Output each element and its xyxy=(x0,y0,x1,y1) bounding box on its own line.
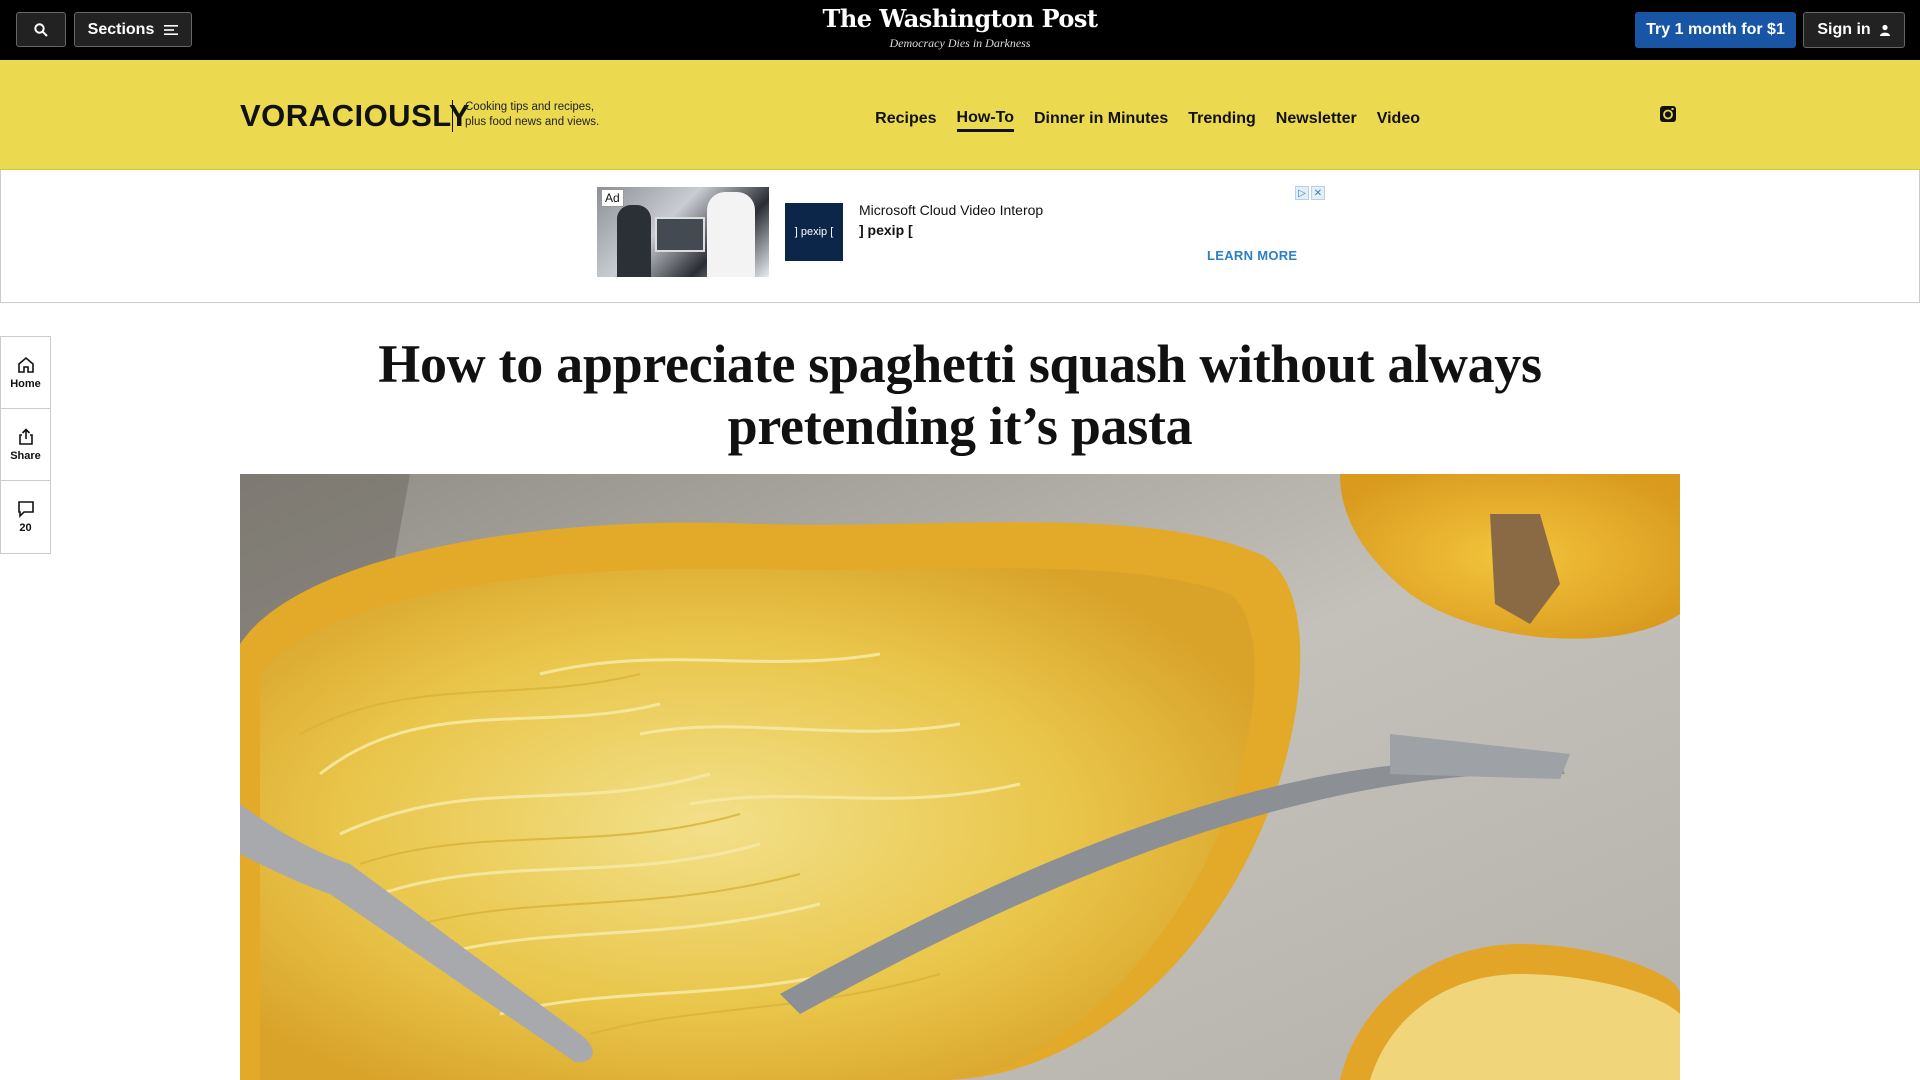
nav-recipes[interactable]: Recipes xyxy=(875,110,936,130)
sign-in-button[interactable]: Sign in xyxy=(1803,12,1905,48)
nav-how-to[interactable]: How-To xyxy=(956,109,1014,132)
publication-name: The Washington Post xyxy=(822,4,1098,33)
instagram-icon[interactable] xyxy=(1659,105,1677,123)
search-icon xyxy=(34,22,48,37)
ad-person-left xyxy=(617,205,651,277)
publication-tagline: Democracy Dies in Darkness xyxy=(889,36,1031,50)
sign-in-label: Sign in xyxy=(1817,21,1871,38)
ad-learn-more-link[interactable]: LEARN MORE xyxy=(1207,248,1297,263)
nav-trending[interactable]: Trending xyxy=(1188,110,1256,130)
ad-brand[interactable]: ] pexip [ xyxy=(859,222,913,238)
rail-share-label: Share xyxy=(10,449,41,462)
search-button[interactable] xyxy=(16,12,66,47)
voraciously-tagline: Cooking tips and recipes, plus food news… xyxy=(465,101,600,128)
voraciously-header: VORACIOUSLY Cooking tips and recipes, pl… xyxy=(0,60,1920,170)
rail-comments-count: 20 xyxy=(19,522,32,534)
spaghetti-squash-image xyxy=(240,474,1680,1080)
top-bar: Sections The Washington Post Democracy D… xyxy=(0,0,1920,60)
menu-icon xyxy=(164,24,179,35)
comment-icon xyxy=(17,501,34,518)
voraciously-logo[interactable]: VORACIOUSLY xyxy=(240,98,470,134)
rail-share[interactable]: Share xyxy=(1,409,50,481)
subscribe-button[interactable]: Try 1 month for $1 xyxy=(1635,12,1796,48)
share-icon xyxy=(18,427,33,445)
nav-newsletter[interactable]: Newsletter xyxy=(1276,110,1357,130)
ad-person-right xyxy=(707,192,755,277)
nav-video[interactable]: Video xyxy=(1377,110,1420,130)
ad-title[interactable]: Microsoft Cloud Video Interop xyxy=(859,202,1043,218)
article-headline: How to appreciate spaghetti squash witho… xyxy=(378,334,1542,456)
rail-home[interactable]: Home xyxy=(1,337,50,409)
ad-video-screen xyxy=(655,217,705,252)
sections-button[interactable]: Sections xyxy=(74,12,192,47)
ad-choices[interactable]: ▷ ✕ xyxy=(1295,186,1325,200)
ad-close-icon[interactable]: ✕ xyxy=(1311,186,1325,200)
ad-info-icon[interactable]: ▷ xyxy=(1295,186,1309,200)
rail-comments[interactable]: 20 xyxy=(1,481,50,553)
rail-home-label: Home xyxy=(10,377,41,390)
share-rail: Home Share 20 xyxy=(0,336,51,554)
voraciously-nav: Recipes How-To Dinner in Minutes Trendin… xyxy=(875,105,1420,135)
hero-image xyxy=(240,474,1680,1080)
nav-dinner-in-minutes[interactable]: Dinner in Minutes xyxy=(1034,110,1168,130)
header-divider xyxy=(452,100,453,132)
ad-brand-logo[interactable]: ] pexip [ xyxy=(785,203,843,261)
washington-post-logo[interactable]: The Washington Post Democracy Dies in Da… xyxy=(760,4,1160,51)
user-icon xyxy=(1879,24,1890,36)
ad-banner[interactable]: Ad ] pexip [ Microsoft Cloud Video Inter… xyxy=(0,170,1920,303)
ad-label: Ad xyxy=(601,189,624,207)
sections-label: Sections xyxy=(87,20,155,38)
home-icon xyxy=(17,356,34,373)
